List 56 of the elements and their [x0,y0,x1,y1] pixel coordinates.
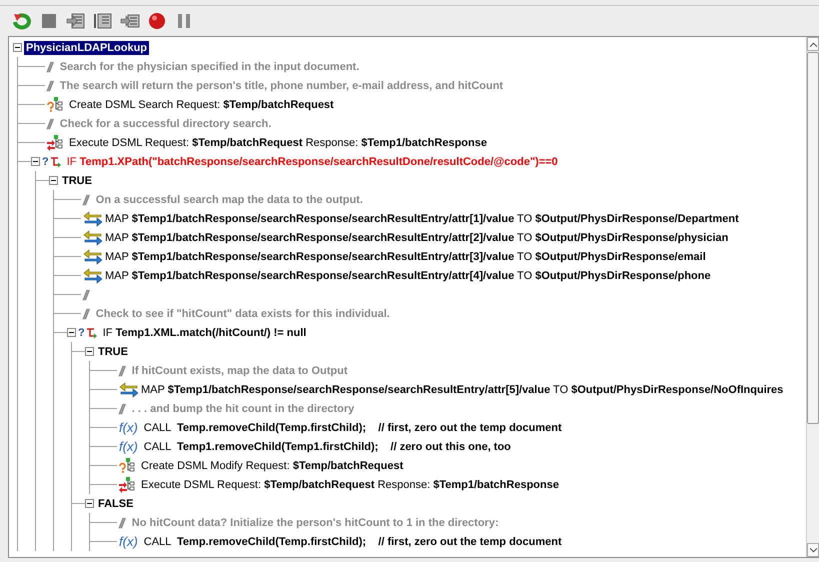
condition-marker: ? [42,156,49,168]
vertical-scrollbar[interactable] [806,37,819,557]
chevron-up-icon [810,42,816,46]
map-statement[interactable]: MAP $Temp1/batchResponse/searchResponse/searchResultEntry/attr[3]/value TO $Output/PhysDirResponse/email [103,250,708,264]
map-statement[interactable]: MAP $Temp1/batchResponse/searchResponse/searchResultEntry/attr[2]/value TO $Output/PhysDirResponse/physician [103,230,730,244]
scroll-down-button[interactable] [807,543,819,557]
comment-marker: // [83,306,89,322]
create-request-text[interactable]: Create DSML Search Request: $Temp/batchRequest [67,98,336,112]
comment-marker: // [119,400,125,416]
comment-marker: // [83,192,89,208]
comment-marker: // [83,286,89,302]
create-request-text[interactable]: Create DSML Modify Request: $Temp/batchRequest [139,458,406,472]
record-icon[interactable] [147,11,167,31]
tree-root-item[interactable]: PhysicianLDAPLookup [24,40,150,54]
comment-marker: // [119,514,125,530]
collapse-toggle[interactable] [13,43,22,52]
map-statement[interactable]: MAP $Temp1/batchResponse/searchResponse/searchResultEntry/attr[4]/value TO $Output/PhysDirResponse/phone [103,268,713,282]
call-statement[interactable]: CALL Temp.removeChild(Temp.firstChild); // first, zero out the temp document [142,534,564,548]
scroll-up-button[interactable] [807,37,819,51]
comment-marker: // [47,58,53,74]
stop-icon[interactable] [39,11,59,31]
execute-request-text[interactable]: Execute DSML Request: $Temp/batchRequest Response: $Temp1/batchResponse [67,136,489,150]
branch-label[interactable]: TRUE [96,344,130,358]
collapse-toggle[interactable] [85,499,94,508]
step-icon[interactable] [93,11,113,31]
scrollbar-thumb[interactable] [807,52,819,424]
swap-arrows-icon [83,267,102,284]
call-statement[interactable]: CALL Temp.removeChild(Temp.firstChild); // first, zero out the temp document [142,420,564,434]
branch-arrow-icon [86,326,98,338]
collapse-toggle[interactable] [67,328,76,337]
comment-marker: // [47,116,53,132]
collapse-toggle[interactable] [31,157,40,166]
execute-request-text[interactable]: Execute DSML Request: $Temp/batchRequest Response: $Temp1/batchResponse [139,478,561,492]
condition-text[interactable]: IF Temp1.XML.match(/hitCount/) != null [100,326,308,340]
branch-label[interactable]: FALSE [96,496,136,510]
map-statement[interactable]: MAP $Temp1/batchResponse/searchResponse/searchResultEntry/attr[5]/value TO $Output/PhysDirResponse/NoOfInquires [139,382,786,396]
function-marker: f(x) [119,420,138,435]
swap-arrows-icon [83,229,102,246]
step-icon[interactable] [66,11,86,31]
branch-arrow-icon [50,156,62,168]
call-statement[interactable]: CALL Temp1.removeChild(Temp1.firstChild); // zero out this one, too [142,440,513,454]
map-statement[interactable]: MAP $Temp1/batchResponse/searchResponse/searchResultEntry/attr[1]/value TO $Output/PhysDirResponse/Department [103,212,741,226]
branch-label[interactable]: TRUE [60,174,94,188]
collapse-toggle[interactable] [49,176,58,185]
swap-arrows-icon [83,210,102,227]
chevron-down-icon [810,548,816,552]
refresh-icon[interactable] [12,11,32,31]
condition-marker: ? [78,326,85,338]
collapse-toggle[interactable] [85,347,94,356]
swap-arrows-icon [83,248,102,265]
swap-arrows-icon [119,381,138,398]
comment-marker: // [47,78,53,94]
function-marker: f(x) [119,439,138,454]
comment-marker: // [119,362,125,378]
function-marker: f(x) [119,534,138,549]
condition-text[interactable]: IF Temp1.XPath("batchResponse/searchResponse/searchResultDone/resultCode/@code")==0 [64,154,560,168]
